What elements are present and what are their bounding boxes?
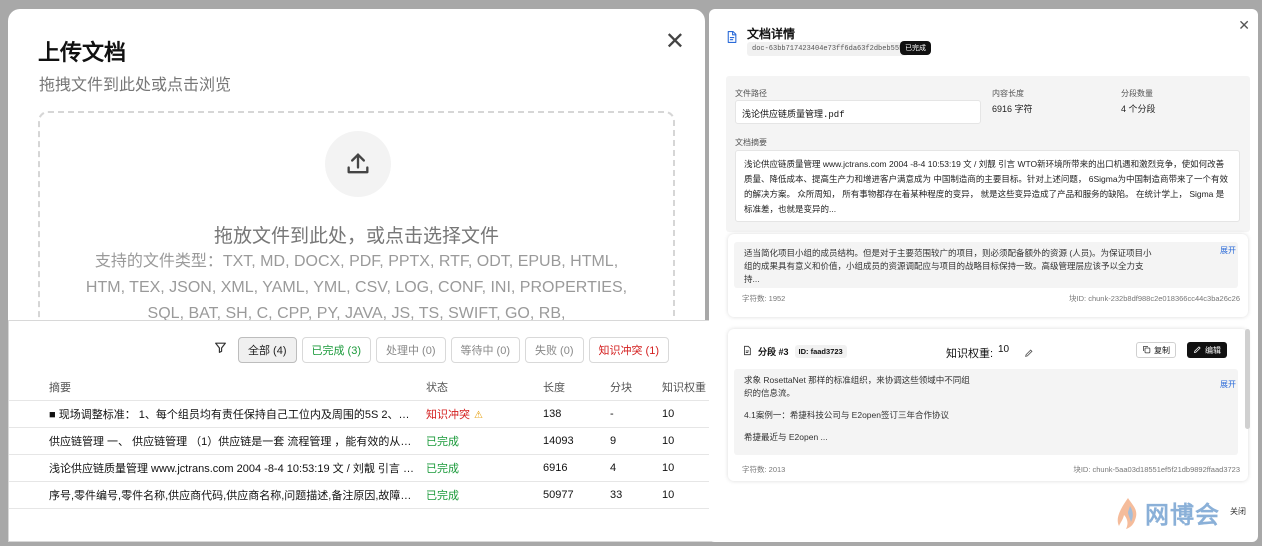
cell-summary: 浅论供应链质量管理 www.jctrans.com 2004 -8-4 10:5…: [49, 463, 422, 475]
char-count: 字符数: 1952: [742, 294, 786, 303]
chunk-title: 分段 #3: [758, 347, 789, 357]
cell-length: 50977: [543, 489, 574, 501]
status-badge: 已完成: [900, 41, 931, 55]
col-chunks[interactable]: 分块: [610, 379, 662, 395]
col-length[interactable]: 长度: [543, 379, 610, 395]
chunks-value: 4 个分段: [1121, 104, 1156, 114]
drop-instruction: 拖放文件到此处，或点击选择文件: [213, 226, 499, 247]
col-summary[interactable]: 摘要: [9, 379, 426, 395]
edit-icon: [1193, 345, 1202, 356]
filter-failed[interactable]: 失败 (0): [525, 337, 584, 363]
chunk-card: 适当简化项目小组的成员结构。但是对于主要范围较广的项目，则必须配备额外的资源 (…: [728, 234, 1248, 317]
warning-icon: ⚠: [474, 410, 483, 421]
cell-status: 已完成: [426, 490, 459, 502]
cell-status: 已完成: [426, 463, 459, 475]
chunk-line: 4.1案例一：希捷科技公司与 E2open签订三年合作协议: [744, 410, 949, 420]
table-row[interactable]: 供应链管理 一、 供应链管理 （1）供应链是一套 流程管理 ，能有效的从材料..…: [9, 428, 738, 455]
chunk-id: 块ID: chunk-5aa03d18551ef5f21db9892ffaad3…: [1073, 465, 1240, 474]
expand-link[interactable]: 展开: [1220, 245, 1236, 256]
path-field: 浅论供应链质量管理.pdf: [735, 100, 981, 124]
filter-bar: 全部 (4) 已完成 (3) 处理中 (0) 等待中 (0) 失败 (0) 知识…: [214, 337, 669, 363]
watermark-text: 网博会: [1145, 502, 1220, 529]
edit-button[interactable]: 编辑: [1187, 342, 1227, 358]
cell-chunks: -: [610, 408, 614, 420]
doc-id: doc-63bb717423404e73ff6da63f2dbeb555: [747, 42, 909, 56]
document-list-panel: 全部 (4) 已完成 (3) 处理中 (0) 等待中 (0) 失败 (0) 知识…: [8, 320, 738, 542]
expand-link[interactable]: 展开: [1220, 379, 1236, 390]
cell-chunks: 9: [610, 435, 617, 447]
document-info: 文件路径 浅论供应链质量管理.pdf 内容长度 6916 字符 分段数量 4 个…: [726, 76, 1250, 232]
table-row[interactable]: 浅论供应链质量管理 www.jctrans.com 2004 -8-4 10:5…: [9, 455, 738, 482]
cell-chunks: 4: [610, 462, 617, 474]
filter-completed[interactable]: 已完成 (3): [301, 337, 371, 363]
filter-icon: [214, 341, 227, 359]
cell-status: 已完成: [426, 436, 459, 448]
chunk-card: 分段 #3 ID: faad3723 知识权重: 10 复制 编辑 求象 Ros…: [728, 329, 1248, 481]
cell-length: 6916: [543, 462, 568, 474]
copy-button[interactable]: 复制: [1136, 342, 1176, 358]
upload-icon: [325, 131, 391, 197]
upload-subtitle: 拖拽文件到此处或点击浏览: [39, 77, 232, 94]
supported-types: 支持的文件类型：TXT, MD, DOCX, PDF, PPTX, RTF, O…: [85, 253, 628, 322]
char-count: 字符数: 2013: [742, 465, 786, 474]
table-header: 摘要 状态 长度 分块 知识权重: [9, 373, 738, 401]
cell-summary: ■ 现场调整标准： 1、每个组员均有责任保持自己工位内及周围的5S 2、物料架.…: [49, 409, 426, 421]
watermark: 网博会: [1115, 495, 1220, 530]
pencil-icon[interactable]: [1024, 345, 1034, 363]
table-row[interactable]: ■ 现场调整标准： 1、每个组员均有责任保持自己工位内及周围的5S 2、物料架.…: [9, 401, 738, 428]
chunk-line: 求象 RosettaNet 那样的标准组织，来协调这些领域中不同组织的信息流。: [744, 375, 970, 398]
detail-title: 文档详情: [747, 27, 796, 41]
cell-length: 14093: [543, 435, 574, 447]
scrollbar[interactable]: [1245, 329, 1250, 429]
length-label: 内容长度: [992, 89, 1024, 98]
document-table: 摘要 状态 长度 分块 知识权重 ■ 现场调整标准： 1、每个组员均有责任保持自…: [9, 373, 738, 509]
flame-logo-icon: [1117, 497, 1137, 529]
summary-text: 浅论供应链质量管理 www.jctrans.com 2004 -8-4 10:5…: [735, 150, 1240, 222]
cell-status: 知识冲突 ⚠: [426, 406, 543, 422]
chunk-doc-icon: [742, 345, 752, 358]
close-button[interactable]: 关闭: [1230, 506, 1246, 517]
filter-all[interactable]: 全部 (4): [238, 337, 297, 363]
col-status[interactable]: 状态: [426, 379, 543, 395]
cell-length: 138: [543, 408, 562, 420]
chunk-id: 块ID: chunk-232b8df988c2e018366cc44c3ba26…: [1069, 294, 1240, 303]
cell-summary: 供应链管理 一、 供应链管理 （1）供应链是一套 流程管理 ，能有效的从材料..…: [49, 436, 426, 448]
status-text: 知识冲突: [426, 409, 470, 421]
filter-waiting[interactable]: 等待中 (0): [450, 337, 520, 363]
document-icon: [725, 30, 738, 49]
cell-chunks: 33: [610, 489, 623, 501]
cell-summary: 序号,零件编号,零件名称,供应商代码,供应商名称,问题描述,备注原因,故障类别,…: [49, 490, 426, 502]
chunk-id-badge: ID: faad3723: [794, 345, 847, 358]
path-label: 文件路径: [735, 89, 767, 98]
close-icon[interactable]: ✕: [1238, 17, 1250, 34]
length-value: 6916 字符: [992, 104, 1033, 114]
weight-value[interactable]: 10: [998, 344, 1009, 355]
weight-label: 知识权重:: [946, 348, 994, 360]
table-row[interactable]: 序号,零件编号,零件名称,供应商代码,供应商名称,问题描述,备注原因,故障类别,…: [9, 482, 738, 509]
chunk-line: 希捷最近与 E2open ...: [744, 432, 828, 442]
chunks-label: 分段数量: [1121, 89, 1153, 98]
copy-label: 复制: [1154, 345, 1170, 355]
filter-processing[interactable]: 处理中 (0): [376, 337, 446, 363]
summary-label: 文档摘要: [735, 138, 767, 147]
filter-conflict[interactable]: 知识冲突 (1): [588, 337, 669, 363]
document-detail-panel: ✕ 文档详情 doc-63bb717423404e73ff6da63f2dbeb…: [709, 9, 1258, 542]
close-icon[interactable]: ✕: [665, 27, 685, 56]
edit-label: 编辑: [1205, 345, 1221, 355]
copy-icon: [1142, 345, 1151, 356]
chunk-header: 分段 #3 ID: faad3723: [742, 345, 847, 358]
upload-title: 上传文档: [38, 40, 127, 65]
chunk-text: 求象 RosettaNet 那样的标准组织，来协调这些领域中不同组织的信息流。 …: [734, 369, 1238, 455]
chunk-text: 适当简化项目小组的成员结构。但是对于主要范围较广的项目，则必须配备额外的资源 (…: [734, 242, 1238, 288]
